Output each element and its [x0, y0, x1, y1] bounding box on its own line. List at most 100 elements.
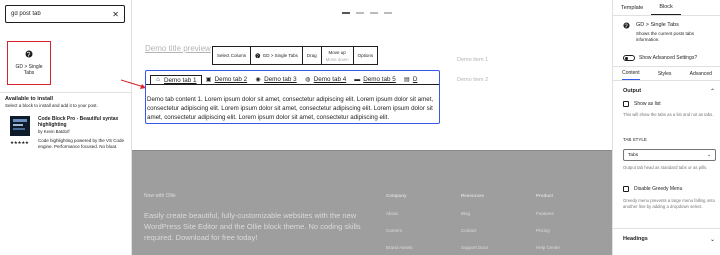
image-icon: ▣	[205, 77, 212, 83]
slider-dot[interactable]	[384, 12, 392, 14]
headings-heading: Headings	[623, 236, 648, 242]
toggle-switch[interactable]	[623, 55, 635, 61]
footer-column-heading: Product	[536, 193, 554, 198]
footer-column-resources: Resources Blog Contact Support Docs	[461, 193, 488, 255]
footer-link[interactable]: Support Docs	[461, 245, 488, 250]
demo-item[interactable]: Demo item 2	[457, 70, 488, 90]
plugin-rating: ★★★★★	[10, 140, 29, 145]
footer-link[interactable]: About	[386, 211, 413, 216]
tab-demo-4[interactable]: ◍ Demo tab 4	[301, 75, 351, 84]
tab-label: D	[412, 76, 418, 83]
tabs-underline	[146, 84, 439, 85]
block-card-title: GD > Single Tabs	[636, 22, 679, 28]
tab-label: Demo tab 2	[214, 76, 248, 83]
block-result-gd-single-tabs[interactable]: GD > Single Tabs	[7, 41, 51, 85]
show-as-list-help: This will show the tabs as a list and no…	[623, 112, 714, 117]
footer-link[interactable]: Brand Assets	[386, 245, 413, 250]
tab-label: Demo tab 5	[363, 76, 396, 83]
greedy-menu-help: Greedy menu prevents a large menu fallin…	[623, 198, 715, 209]
tab-demo-6[interactable]: ▤ D	[400, 75, 422, 84]
block-inserter-panel: ✕ GD > Single Tabs Available to install …	[0, 0, 132, 255]
advanced-settings-toggle[interactable]: Show Advanced Settings?	[623, 55, 697, 61]
slider-dots	[342, 12, 392, 14]
footer-column-product: Product Features Pricing Help Center	[536, 193, 560, 255]
options-button[interactable]: Options	[354, 47, 378, 64]
demo-item[interactable]: Demo item 1	[457, 50, 488, 70]
comments-icon: ◍	[305, 77, 311, 83]
drag-handle[interactable]: Drag	[303, 47, 322, 64]
close-icon[interactable]: ✕	[112, 10, 119, 19]
tab-label: Demo tab 4	[313, 76, 347, 83]
checkbox[interactable]	[623, 186, 629, 192]
tab-advanced[interactable]: Advanced	[690, 67, 712, 80]
footer-column-company: Company About Careers Brand Assets	[386, 193, 413, 255]
globe-icon	[25, 50, 33, 58]
move-down-button[interactable]: Move down	[326, 56, 349, 63]
plugin-description: Code highlighting powered by the VS Code…	[38, 138, 125, 149]
tab-demo-3[interactable]: ◉ Demo tab 3	[251, 75, 301, 84]
tab-demo-2[interactable]: ▣ Demo tab 2	[202, 75, 252, 84]
move-up-button[interactable]: Move up	[328, 49, 345, 56]
block-search-box[interactable]: ✕	[5, 5, 125, 23]
settings-sub-tabs: Content Styles Advanced	[613, 66, 720, 81]
footer-link[interactable]: Blog	[461, 211, 488, 216]
available-description: Select a block to install and add it to …	[5, 103, 98, 108]
block-type-button[interactable]: GD > Single Tabs	[251, 47, 303, 64]
footer-link[interactable]: Pricing	[536, 228, 560, 233]
globe-icon	[623, 22, 630, 29]
tab-styles[interactable]: Styles	[658, 67, 672, 80]
footer-column-heading: Company	[386, 193, 407, 198]
slider-dot[interactable]	[342, 12, 350, 14]
demo-items-list: Demo item 1 Demo item 2	[457, 50, 488, 90]
checkbox[interactable]	[623, 101, 629, 107]
block-type-label: GD > Single Tabs	[262, 53, 298, 58]
footer-link[interactable]: Help Center	[536, 245, 560, 250]
disable-greedy-menu-checkbox[interactable]: Disable Greedy Menu	[623, 186, 682, 192]
tab-label: Demo tab 1	[164, 76, 197, 84]
tab-block[interactable]: Block	[651, 0, 681, 15]
globe-icon	[255, 53, 261, 58]
footer-link[interactable]: Contact	[461, 228, 488, 233]
tab-content: Demo tab content 1. Lorem ipsum dolor si…	[147, 96, 434, 122]
footer-brand: Now with Ollie	[144, 193, 176, 199]
chevron-down-icon: ⌄	[706, 152, 711, 158]
output-panel-header[interactable]: Output ⌃	[623, 88, 715, 95]
tab-demo-1[interactable]: ⌂ Demo tab 1	[150, 75, 202, 84]
plugin-thumbnail	[10, 116, 30, 136]
output-heading: Output	[623, 88, 642, 94]
tab-content[interactable]: Content	[622, 67, 640, 80]
headings-panel-header[interactable]: Headings ⌄	[623, 236, 715, 243]
annotation-arrow-icon	[120, 79, 146, 89]
tab-template[interactable]: Template	[613, 0, 651, 15]
bed-icon: ▬	[354, 76, 361, 83]
slider-strip	[132, 0, 612, 12]
tab-style-label: TAB STYLE	[623, 137, 647, 142]
footer-column-heading: Resources	[461, 193, 485, 198]
tab-demo-5[interactable]: ▬ Demo tab 5	[350, 75, 400, 84]
block-search-input[interactable]	[11, 11, 113, 17]
tabs-nav: ⌂ Demo tab 1 ▣ Demo tab 2 ◉ Demo tab 3 ◍…	[150, 75, 421, 84]
footer-link[interactable]: Features	[536, 211, 560, 216]
slider-dot[interactable]	[356, 12, 364, 14]
footer-tagline: Easily create beautiful, fully-customiza…	[144, 211, 361, 242]
single-tabs-block[interactable]: ⌂ Demo tab 1 ▣ Demo tab 2 ◉ Demo tab 3 ◍…	[145, 70, 440, 124]
show-as-list-label: Show as list	[634, 101, 661, 107]
plugin-name: Code Block Pro - Beautiful syntax highli…	[38, 116, 119, 128]
slider-dot[interactable]	[370, 12, 378, 14]
demo-title-preview[interactable]: Demo title preview	[145, 44, 211, 53]
chevron-up-icon: ⌃	[709, 89, 715, 95]
globe-icon: ◉	[255, 77, 261, 83]
block-result-label: GD > Single Tabs	[15, 64, 43, 76]
tab-style-select[interactable]: Tabs ⌄	[623, 149, 716, 161]
available-title: Available to install	[5, 96, 54, 102]
divider	[613, 228, 720, 229]
block-settings-sidebar: Template Block GD > Single Tabs Shows th…	[612, 0, 720, 255]
advanced-settings-label: Show Advanced Settings?	[639, 55, 698, 61]
home-icon: ⌂	[156, 77, 160, 83]
calendar-icon: ▤	[403, 77, 410, 83]
footer-link[interactable]: Careers	[386, 228, 413, 233]
block-toolbar: Select Column GD > Single Tabs Drag Move…	[212, 46, 379, 65]
show-as-list-checkbox[interactable]: Show as list	[623, 101, 661, 107]
select-column-button[interactable]: Select Column	[213, 47, 252, 64]
divider	[0, 92, 132, 93]
